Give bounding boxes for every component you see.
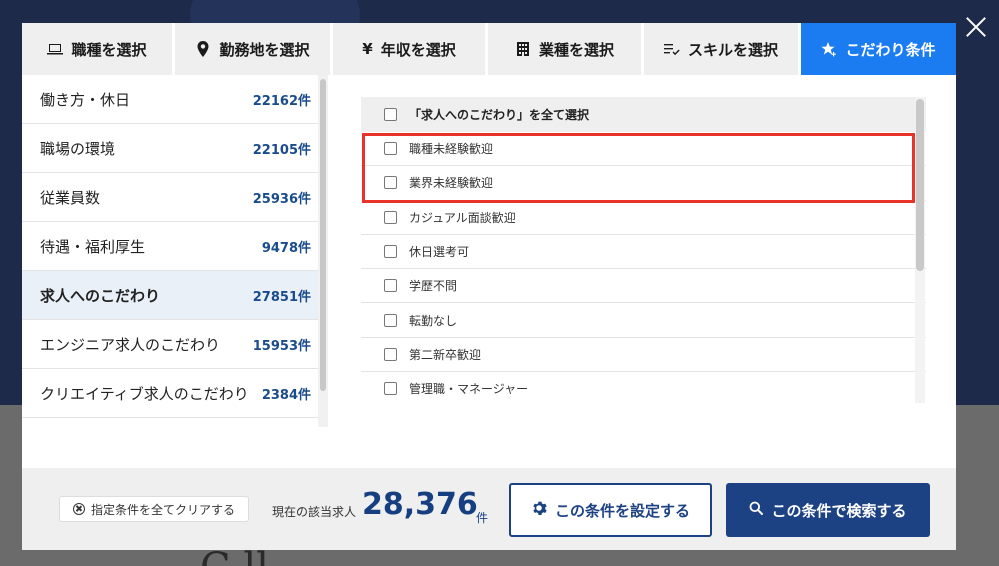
category-count: 22105件 <box>252 142 311 158</box>
set-conditions-button[interactable]: この条件を設定する <box>509 483 712 537</box>
category-item[interactable]: 職場の環境 22105件 <box>22 124 328 173</box>
option-checkbox[interactable] <box>384 245 397 259</box>
option-item[interactable]: 転勤なし <box>361 303 926 338</box>
category-label: 待遇・福利厚生 <box>40 237 146 256</box>
panel-divider <box>328 75 332 427</box>
monitor-icon <box>47 41 64 57</box>
search-label: この条件で検索する <box>771 501 907 520</box>
category-scrollbar-thumb[interactable] <box>320 79 326 391</box>
select-all-label: 「求人へのこだわり」を全て選択 <box>409 108 590 122</box>
tab-label: 勤務地を選択 <box>219 40 310 59</box>
select-all-checkbox[interactable] <box>384 108 397 121</box>
option-item[interactable]: 管理職・マネージャー <box>361 372 926 403</box>
condition-modal: 職種を選択 勤務地を選択 ¥ 年収を選択 業種を選択 スキルを選択 こだわり条件… <box>22 23 956 550</box>
category-item[interactable]: クリエイティブ求人のこだわり 2384件 <box>22 369 328 418</box>
location-pin-icon <box>195 41 211 57</box>
result-count-label: 現在の該当求人 <box>272 505 357 519</box>
yen-icon: ¥ <box>362 40 373 58</box>
tab-label: 年収を選択 <box>380 40 456 59</box>
option-label: 第二新卒歓迎 <box>409 347 482 362</box>
option-item[interactable]: 職種未経験歓迎 <box>361 132 926 167</box>
clear-label: 指定条件を全てクリアする <box>90 502 235 517</box>
category-item[interactable]: 働き方・休日 22162件 <box>22 75 328 124</box>
search-button[interactable]: この条件で検索する <box>726 483 930 537</box>
search-icon <box>749 501 764 519</box>
option-checkbox[interactable] <box>384 382 397 396</box>
category-count: 9478件 <box>261 240 311 256</box>
background-heading: C ll <box>200 548 269 566</box>
result-count-value: 28,376 <box>362 487 478 522</box>
category-label: 従業員数 <box>40 188 101 207</box>
tab-label: 業種を選択 <box>538 40 614 59</box>
select-all-row[interactable]: 「求人へのこだわり」を全て選択 <box>361 97 926 132</box>
option-label: 管理職・マネージャー <box>409 382 529 397</box>
category-count: 15953件 <box>252 338 311 354</box>
gear-icon <box>531 500 547 520</box>
option-item[interactable]: 学歴不問 <box>361 269 926 304</box>
category-count: 22162件 <box>252 93 311 109</box>
star-plus-icon <box>821 41 837 57</box>
category-label: 職場の環境 <box>40 139 116 158</box>
category-item[interactable]: 待遇・福利厚生 9478件 <box>22 222 328 271</box>
option-label: カジュアル面談歓迎 <box>409 210 516 225</box>
category-label: エンジニア求人のこだわり <box>40 335 221 354</box>
option-checkbox[interactable] <box>384 176 397 190</box>
category-item[interactable]: エンジニア求人のこだわり 15953件 <box>22 320 328 369</box>
category-label: クリエイティブ求人のこだわり <box>40 384 249 403</box>
set-conditions-label: この条件を設定する <box>554 501 690 520</box>
option-label: 転勤なし <box>409 313 458 328</box>
category-count: 25936件 <box>252 191 311 207</box>
modal-footer: 指定条件を全てクリアする 現在の該当求人 28,376 件 この条件を設定する … <box>22 468 956 550</box>
category-item-selected[interactable]: 求人へのこだわり 27851件 <box>22 271 328 320</box>
option-label: 学歴不問 <box>409 279 458 294</box>
tab-salary[interactable]: ¥ 年収を選択 <box>333 23 488 75</box>
option-label: 職種未経験歓迎 <box>409 142 494 157</box>
clear-conditions-button[interactable]: 指定条件を全てクリアする <box>59 496 249 522</box>
tab-industry[interactable]: 業種を選択 <box>488 23 644 75</box>
option-scrollbar-thumb[interactable] <box>916 99 924 271</box>
tab-skill[interactable]: スキルを選択 <box>644 23 801 75</box>
option-item[interactable]: 第二新卒歓迎 <box>361 338 926 373</box>
option-checkbox[interactable] <box>384 210 397 224</box>
category-item[interactable]: 従業員数 25936件 <box>22 173 328 222</box>
tab-label: スキルを選択 <box>687 40 778 59</box>
list-check-icon <box>663 41 680 57</box>
option-checkbox[interactable] <box>384 347 397 361</box>
category-list: 働き方・休日 22162件 職場の環境 22105件 従業員数 25936件 待… <box>22 75 328 427</box>
category-count: 2384件 <box>261 387 311 403</box>
option-label: 休日選考可 <box>409 245 470 260</box>
option-checkbox[interactable] <box>384 279 397 293</box>
category-label: 求人へのこだわり <box>40 286 161 305</box>
building-icon <box>515 41 531 57</box>
result-count-unit: 件 <box>476 511 489 525</box>
option-list: 「求人へのこだわり」を全て選択 職種未経験歓迎 業界未経験歓迎 カジュアル面談歓… <box>361 97 926 403</box>
tab-location[interactable]: 勤務地を選択 <box>175 23 333 75</box>
tab-job-type[interactable]: 職種を選択 <box>22 23 175 75</box>
option-checkbox[interactable] <box>384 313 397 327</box>
option-label: 業界未経験歓迎 <box>409 176 494 191</box>
option-item[interactable]: カジュアル面談歓迎 <box>361 201 926 235</box>
tab-bar: 職種を選択 勤務地を選択 ¥ 年収を選択 業種を選択 スキルを選択 こだわり条件 <box>22 23 956 75</box>
close-icon[interactable] <box>963 14 989 40</box>
category-count: 27851件 <box>252 289 311 305</box>
tab-preferences[interactable]: こだわり条件 <box>801 23 956 75</box>
option-item[interactable]: 業界未経験歓迎 <box>361 166 926 201</box>
category-label: 働き方・休日 <box>40 90 131 109</box>
tab-label: 職種を選択 <box>71 40 147 59</box>
tab-label: こだわり条件 <box>845 40 936 59</box>
clear-circle-icon <box>72 503 85 515</box>
option-checkbox[interactable] <box>384 142 397 156</box>
option-item[interactable]: 休日選考可 <box>361 235 926 270</box>
